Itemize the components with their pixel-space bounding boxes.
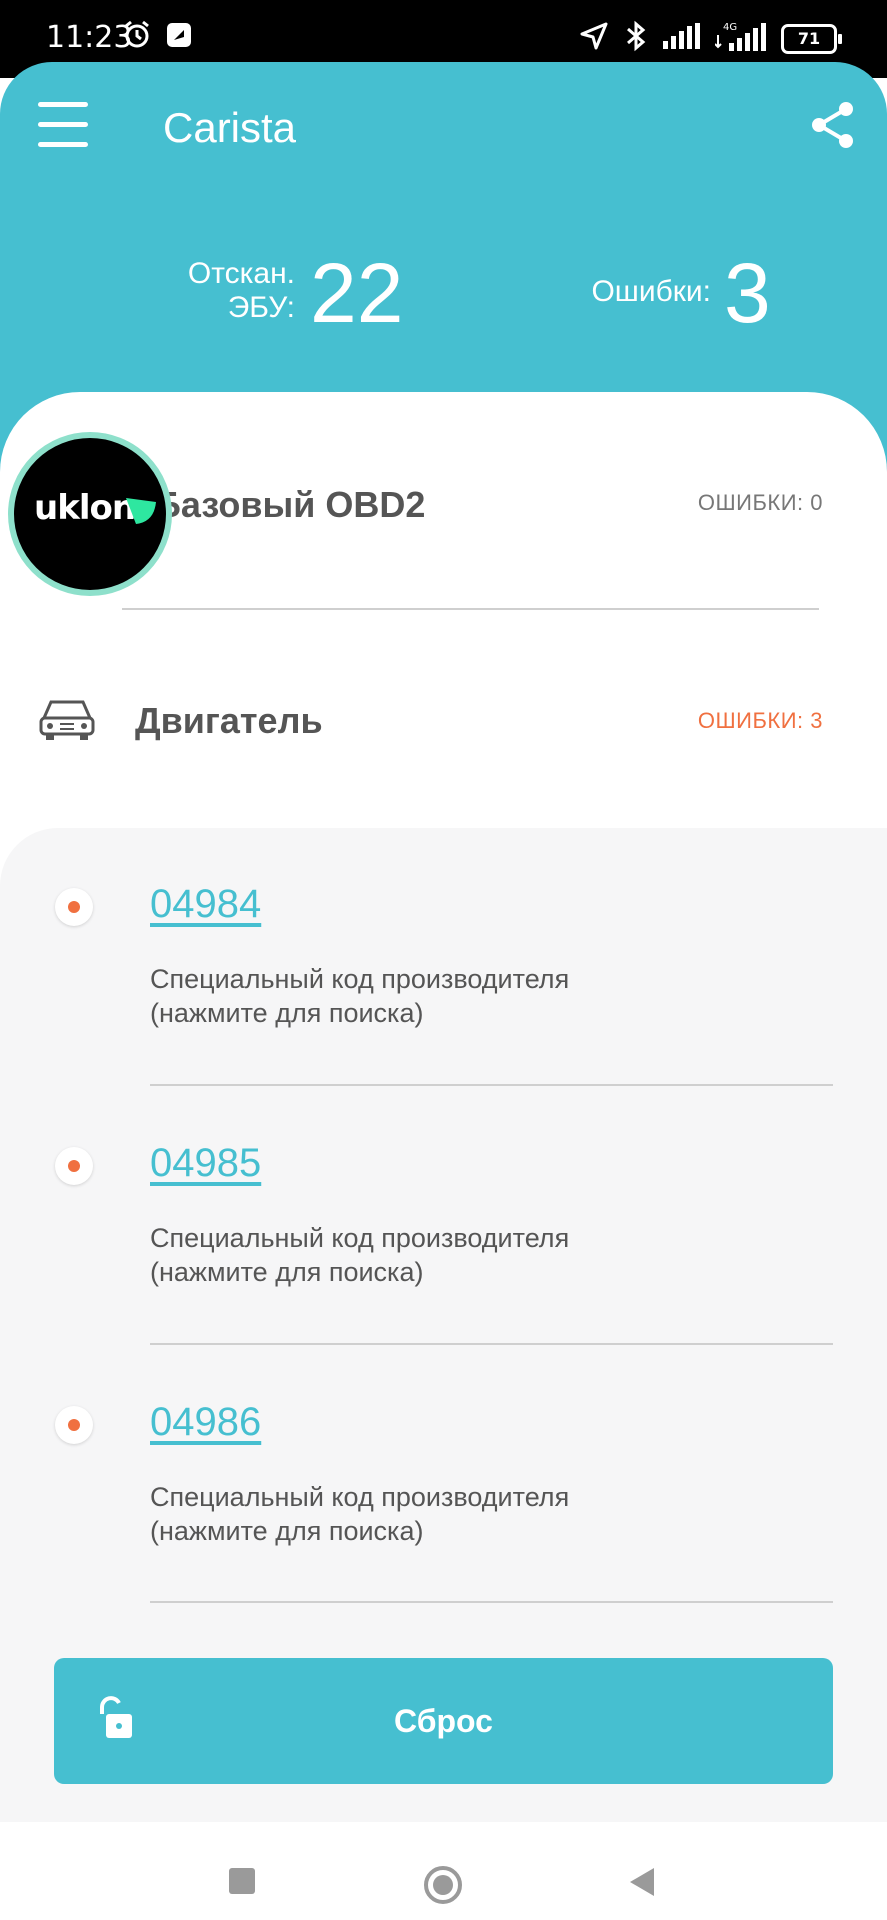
error-indicator-icon <box>55 1147 93 1185</box>
error-description-line1: Специальный код производителя <box>150 1223 570 1253</box>
divider <box>150 1601 833 1603</box>
app-title: Carista <box>163 104 297 151</box>
reset-button[interactable]: Сброс <box>54 1658 833 1784</box>
leaf-icon <box>126 496 156 531</box>
avatar[interactable]: uklon <box>8 432 172 596</box>
error-code-link[interactable]: 04986 <box>150 1400 261 1445</box>
svg-text:4G: 4G <box>723 22 737 33</box>
error-description-line2: (нажмите для поиска) <box>150 998 424 1028</box>
error-indicator-icon <box>55 1406 93 1444</box>
error-description[interactable]: Специальный код производителя (нажмите д… <box>150 1221 569 1289</box>
menu-icon[interactable] <box>38 100 90 150</box>
avatar-logo-text: uklon <box>34 488 136 528</box>
errors-label: Ошибки: <box>591 275 711 308</box>
section-title-engine[interactable]: Двигатель <box>135 700 323 742</box>
scanned-label-line1: Отскан. <box>187 257 295 290</box>
divider <box>150 1084 833 1086</box>
error-description-line2: (нажмите для поиска) <box>150 1516 424 1546</box>
status-time: 11:23 <box>46 20 133 55</box>
status-right-icons: 4G 71 <box>579 20 842 57</box>
back-icon[interactable] <box>626 1866 656 1903</box>
alarm-icon <box>122 20 152 55</box>
section-errors-obd2: ОШИБКИ: 0 <box>697 490 823 515</box>
battery-icon: 71 <box>781 23 842 54</box>
home-icon[interactable] <box>424 1866 462 1904</box>
errors-count: 3 <box>724 246 771 340</box>
divider <box>122 608 819 610</box>
error-indicator-icon <box>55 888 93 926</box>
share-icon[interactable] <box>810 100 856 155</box>
notification-icon <box>164 20 194 55</box>
section-title-obd2[interactable]: Базовый OBD2 <box>155 484 425 526</box>
status-left-icons <box>122 20 194 55</box>
divider <box>150 1343 833 1345</box>
error-description-line2: (нажмите для поиска) <box>150 1257 424 1287</box>
section-errors-engine: ОШИБКИ: 3 <box>697 708 823 733</box>
signal-icon <box>663 23 701 54</box>
signal-4g-icon: 4G <box>714 21 767 56</box>
bluetooth-icon <box>623 20 649 57</box>
scanned-ecu-label: Отскан. ЭБУ: <box>188 257 295 325</box>
reset-button-label: Сброс <box>394 1703 493 1739</box>
error-description[interactable]: Специальный код производителя (нажмите д… <box>150 1480 569 1548</box>
scanned-label-line2: ЭБУ: <box>227 291 295 324</box>
error-code-link[interactable]: 04984 <box>150 882 261 927</box>
scanned-ecu-count: 22 <box>310 246 404 340</box>
location-icon <box>579 21 609 56</box>
system-nav-bar <box>0 1822 887 1920</box>
error-description-line1: Специальный код производителя <box>150 1482 570 1512</box>
error-description-line1: Специальный код производителя <box>150 964 570 994</box>
recent-apps-icon[interactable] <box>229 1868 255 1894</box>
car-icon <box>38 696 96 747</box>
error-description[interactable]: Специальный код производителя (нажмите д… <box>150 962 569 1030</box>
error-code-link[interactable]: 04985 <box>150 1141 261 1186</box>
